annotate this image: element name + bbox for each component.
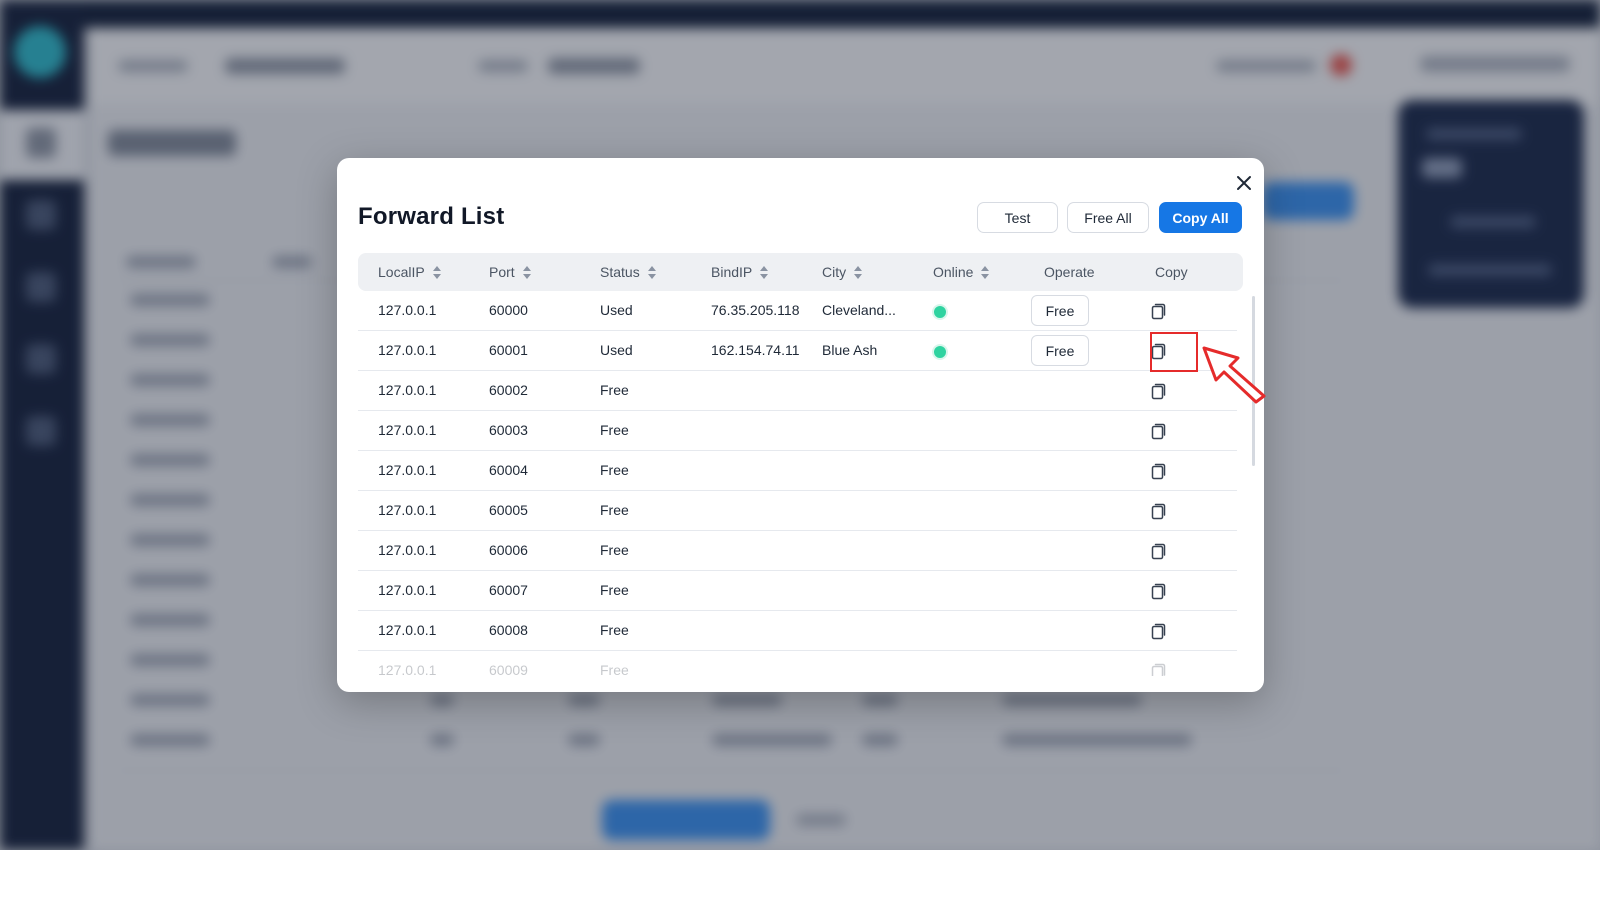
table-row: 127.0.0.1 60009 Free xyxy=(358,651,1237,676)
table-row: 127.0.0.1 60006 Free xyxy=(358,531,1237,571)
cell-port: 60000 xyxy=(489,302,528,318)
sort-icon[interactable] xyxy=(432,265,441,279)
column-header-status[interactable]: Status xyxy=(600,253,656,291)
cell-localip: 127.0.0.1 xyxy=(378,342,437,358)
table-row: 127.0.0.1 60003 Free xyxy=(358,411,1237,451)
table-row: 127.0.0.1 60007 Free xyxy=(358,571,1237,611)
cell-port: 60001 xyxy=(489,342,528,358)
free-row-button[interactable]: Free xyxy=(1031,335,1089,366)
copy-icon[interactable] xyxy=(1148,301,1168,321)
online-status-dot xyxy=(932,344,948,360)
online-status-dot xyxy=(932,304,948,320)
column-header-localip[interactable]: LocalIP xyxy=(378,253,441,291)
copy-icon[interactable] xyxy=(1148,381,1168,401)
close-icon[interactable] xyxy=(1233,172,1255,194)
cell-city: Cleveland... xyxy=(822,302,896,318)
column-header-port[interactable]: Port xyxy=(489,253,531,291)
copy-icon[interactable] xyxy=(1148,461,1168,481)
cell-status: Free xyxy=(600,662,629,676)
cell-port: 60009 xyxy=(489,662,528,676)
cell-localip: 127.0.0.1 xyxy=(378,542,437,558)
test-button[interactable]: Test xyxy=(977,202,1058,233)
copy-all-button[interactable]: Copy All xyxy=(1159,202,1242,233)
copy-icon[interactable] xyxy=(1148,421,1168,441)
cell-localip: 127.0.0.1 xyxy=(378,302,437,318)
cell-status: Free xyxy=(600,542,629,558)
modal-title: Forward List xyxy=(358,203,505,230)
cell-port: 60006 xyxy=(489,542,528,558)
cell-status: Free xyxy=(600,502,629,518)
cell-localip: 127.0.0.1 xyxy=(378,622,437,638)
cell-status: Free xyxy=(600,382,629,398)
copy-icon[interactable] xyxy=(1148,581,1168,601)
column-header-city[interactable]: City xyxy=(822,253,863,291)
table-body: 127.0.0.1 60000 Used 76.35.205.118 Cleveland… xyxy=(358,291,1243,676)
pointer-arrow-icon xyxy=(1202,346,1266,404)
copy-icon[interactable] xyxy=(1148,661,1168,676)
cell-port: 60002 xyxy=(489,382,528,398)
cell-port: 60004 xyxy=(489,462,528,478)
table-row: 127.0.0.1 60001 Used 162.154.74.11 Blue Ash F… xyxy=(358,331,1237,371)
cell-city: Blue Ash xyxy=(822,342,878,358)
cell-status: Used xyxy=(600,342,633,358)
cell-status: Free xyxy=(600,622,629,638)
cell-localip: 127.0.0.1 xyxy=(378,582,437,598)
cell-port: 60007 xyxy=(489,582,528,598)
cell-localip: 127.0.0.1 xyxy=(378,382,437,398)
cell-localip: 127.0.0.1 xyxy=(378,462,437,478)
column-header-copy: Copy xyxy=(1155,264,1188,280)
column-header-operate: Operate xyxy=(1044,264,1095,280)
cell-port: 60003 xyxy=(489,422,528,438)
column-header-bindip[interactable]: BindIP xyxy=(711,253,769,291)
cell-bindip: 76.35.205.118 xyxy=(711,302,800,318)
table-row: 127.0.0.1 60004 Free xyxy=(358,451,1237,491)
copy-icon[interactable] xyxy=(1148,541,1168,561)
free-all-button[interactable]: Free All xyxy=(1067,202,1149,233)
sort-icon[interactable] xyxy=(854,265,863,279)
forward-list-table: LocalIP Port Status BindIP City Online O… xyxy=(358,253,1243,676)
table-header: LocalIP Port Status BindIP City Online O… xyxy=(358,253,1243,291)
sort-icon[interactable] xyxy=(647,265,656,279)
table-row: 127.0.0.1 60008 Free xyxy=(358,611,1237,651)
cell-localip: 127.0.0.1 xyxy=(378,422,437,438)
cell-port: 60008 xyxy=(489,622,528,638)
copy-icon[interactable] xyxy=(1148,501,1168,521)
forward-list-modal: Forward List Test Free All Copy All Loca… xyxy=(337,158,1264,692)
cell-localip: 127.0.0.1 xyxy=(378,662,437,676)
table-row: 127.0.0.1 60000 Used 76.35.205.118 Cleveland… xyxy=(358,291,1237,331)
cell-bindip: 162.154.74.11 xyxy=(711,342,800,358)
free-row-button[interactable]: Free xyxy=(1031,295,1089,326)
cell-status: Used xyxy=(600,302,633,318)
table-row: 127.0.0.1 60005 Free xyxy=(358,491,1237,531)
column-header-online[interactable]: Online xyxy=(933,253,990,291)
table-row: 127.0.0.1 60002 Free xyxy=(358,371,1237,411)
sort-icon[interactable] xyxy=(760,265,769,279)
highlight-box xyxy=(1150,332,1198,372)
copy-icon[interactable] xyxy=(1148,621,1168,641)
cell-port: 60005 xyxy=(489,502,528,518)
cell-localip: 127.0.0.1 xyxy=(378,502,437,518)
cell-status: Free xyxy=(600,422,629,438)
sort-icon[interactable] xyxy=(981,265,990,279)
cell-status: Free xyxy=(600,582,629,598)
sort-icon[interactable] xyxy=(522,265,531,279)
cell-status: Free xyxy=(600,462,629,478)
